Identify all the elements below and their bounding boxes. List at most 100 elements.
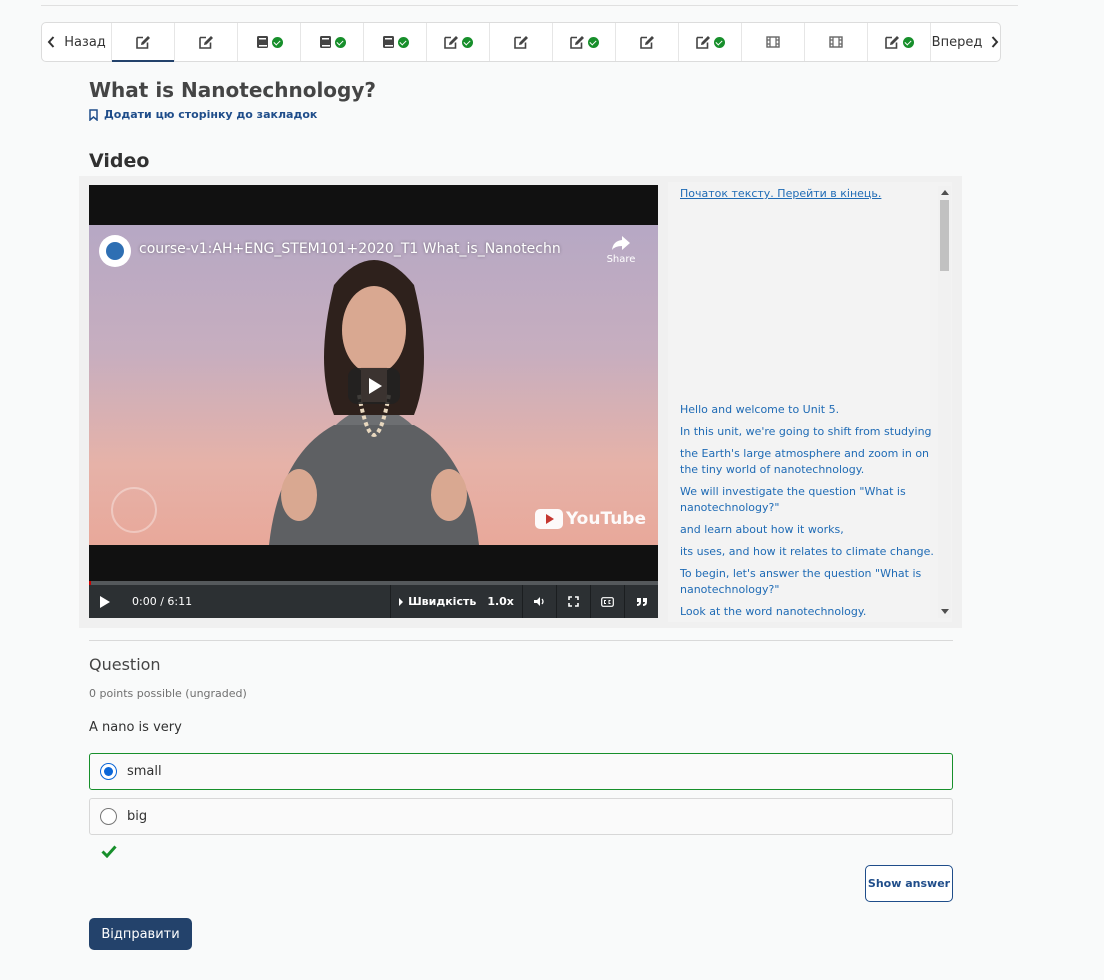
speed-value: 1.0x (487, 595, 514, 608)
edit-icon (135, 35, 151, 49)
book-icon (382, 35, 395, 49)
unit-tab-icons (639, 35, 655, 49)
choice-label-big: big (127, 809, 148, 824)
youtube-watermark[interactable]: YouTube (534, 509, 646, 529)
transcript-line[interactable]: Hello and welcome to Unit 5. (680, 402, 940, 418)
transcript-panel[interactable]: Початок тексту. Перейти в кінець. Hello … (668, 182, 952, 622)
scroll-up-icon[interactable] (941, 190, 949, 195)
unit-tab-icons (319, 35, 346, 49)
transcript-line[interactable]: We will investigate the question "What i… (680, 484, 940, 516)
submit-button[interactable]: Відправити (89, 918, 192, 950)
chevron-right-icon (992, 36, 999, 48)
unit-tab-2[interactable] (175, 23, 238, 61)
unit-tab-12[interactable] (805, 23, 868, 61)
transcript-lines: Hello and welcome to Unit 5. In this unit… (680, 402, 940, 622)
choice-label-small: small (127, 764, 162, 779)
video-frame: course-v1:AH+ENG_STEM101+2020_T1 What_is… (89, 225, 658, 545)
scroll-down-icon[interactable] (941, 609, 949, 614)
previous-button[interactable]: Назад (42, 23, 112, 61)
completed-check-icon (461, 36, 473, 48)
completed-check-icon (587, 36, 599, 48)
transcript-line[interactable]: and learn about how it works, (680, 522, 940, 538)
completed-check-icon (713, 36, 725, 48)
radio-small[interactable] (100, 763, 117, 780)
unit-tab-icons (766, 36, 780, 48)
transcript-line[interactable]: In this unit, we're going to shift from … (680, 424, 940, 440)
sequence-navigation: Назад Вперед (41, 22, 1001, 62)
unit-tab-7[interactable] (490, 23, 553, 61)
edit-icon (443, 35, 459, 49)
question-heading: Question (89, 655, 161, 674)
unit-tab-4[interactable] (301, 23, 364, 61)
next-label: Вперед (931, 34, 983, 50)
seal-watermark (111, 487, 157, 533)
transcript-toggle-button[interactable] (624, 585, 658, 618)
big-play-button[interactable] (348, 368, 400, 404)
unit-tab-6[interactable] (427, 23, 490, 61)
edit-icon (695, 35, 711, 49)
previous-label: Назад (64, 34, 106, 50)
fullscreen-icon (568, 596, 579, 607)
unit-tab-5[interactable] (364, 23, 427, 61)
unit-tab-8[interactable] (553, 23, 616, 61)
unit-tab-10[interactable] (679, 23, 742, 61)
show-answer-button[interactable]: Show answer (865, 865, 953, 902)
captions-button[interactable] (590, 585, 624, 618)
unit-tab-3[interactable] (238, 23, 301, 61)
video-title[interactable]: course-v1:AH+ENG_STEM101+2020_T1 What_is… (139, 241, 561, 257)
film-icon (829, 36, 843, 48)
unit-tab-13[interactable] (868, 23, 931, 61)
transcript-line[interactable]: its uses, and how it relates to climate … (680, 544, 940, 560)
choice-big[interactable]: big (89, 798, 953, 835)
question-text: A nano is very (89, 720, 182, 735)
chevron-left-icon (47, 36, 55, 48)
unit-tab-11[interactable] (742, 23, 805, 61)
transcript-line[interactable]: To begin, let's answer the question "Wha… (680, 566, 940, 598)
transcript-scrollbar[interactable] (938, 186, 951, 618)
channel-logo[interactable] (99, 235, 131, 267)
transcript-line[interactable]: the Earth's large atmosphere and zoom in… (680, 446, 940, 478)
unit-tab-1[interactable] (112, 23, 175, 62)
youtube-brand-text: YouTube (565, 509, 646, 529)
bookmark-label: Додати цю сторінку до закладок (104, 108, 318, 121)
video-controls: 0:00 / 6:11 Швидкість 1.0x (89, 585, 658, 618)
video-time: 0:00 / 6:11 (132, 595, 193, 608)
edit-icon (569, 35, 585, 49)
play-button[interactable] (89, 585, 121, 618)
speed-label: Швидкість (408, 595, 477, 608)
closed-captions-icon (601, 596, 614, 607)
video-heading: Video (89, 150, 150, 172)
fullscreen-button[interactable] (556, 585, 590, 618)
film-icon (766, 36, 780, 48)
speed-caret-icon (399, 597, 404, 606)
edit-icon (198, 35, 214, 49)
speed-button[interactable]: Швидкість 1.0x (390, 585, 522, 618)
bookmark-button[interactable]: Додати цю сторінку до закладок (89, 108, 317, 121)
transcript-skip-link[interactable]: Початок тексту. Перейти в кінець. (680, 187, 881, 200)
video-player[interactable]: course-v1:AH+ENG_STEM101+2020_T1 What_is… (89, 185, 658, 618)
unit-tab-icons (829, 36, 843, 48)
book-icon (256, 35, 269, 49)
volume-button[interactable] (522, 585, 556, 618)
completed-check-icon (271, 36, 283, 48)
unit-tab-icons (382, 35, 409, 49)
volume-icon (534, 597, 544, 606)
quote-icon (636, 597, 647, 606)
choice-small[interactable]: small (89, 753, 953, 790)
edit-icon (639, 35, 655, 49)
share-label: Share (606, 254, 636, 265)
unit-tab-icons (256, 35, 283, 49)
share-button[interactable]: Share (606, 235, 636, 265)
question-points: 0 points possible (ungraded) (89, 687, 247, 700)
bookmark-icon (89, 108, 98, 121)
unit-tab-9[interactable] (616, 23, 679, 61)
page-title: What is Nanotechnology? (89, 78, 377, 102)
section-divider (89, 640, 953, 641)
top-divider (41, 5, 1018, 6)
unit-tab-icons (198, 35, 214, 49)
next-button[interactable]: Вперед (931, 23, 1000, 61)
radio-big[interactable] (100, 808, 117, 825)
transcript-line[interactable]: Look at the word nanotechnology. (680, 604, 940, 620)
edit-icon (884, 35, 900, 49)
scrollbar-thumb[interactable] (940, 200, 949, 271)
